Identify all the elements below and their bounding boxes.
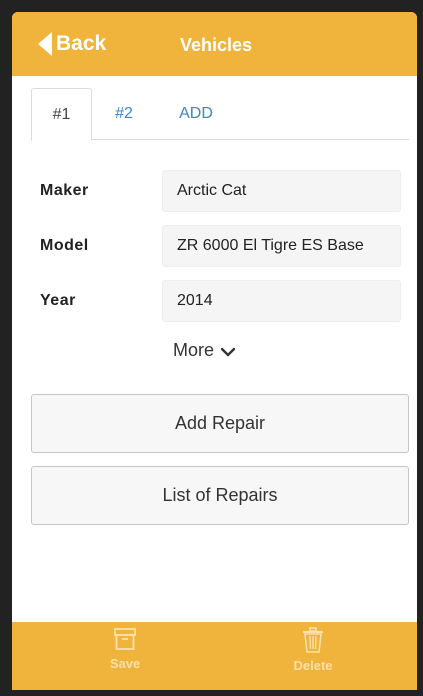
maker-field[interactable]: Arctic Cat: [162, 170, 401, 212]
app-frame: Back Vehicles #1 #2 ADD Maker Arctic Cat…: [12, 12, 417, 690]
save-button[interactable]: Save: [95, 626, 155, 686]
save-label: Save: [109, 656, 141, 671]
archive-box-icon: [114, 628, 136, 650]
year-label: Year: [40, 292, 76, 309]
chevron-down-icon: [220, 347, 236, 356]
list-repairs-button[interactable]: List of Repairs: [31, 466, 409, 525]
year-field[interactable]: 2014: [162, 280, 401, 322]
tab-vehicle-1[interactable]: #1: [31, 88, 92, 141]
vehicle-tabs: #1 #2 ADD: [31, 88, 409, 141]
back-button[interactable]: Back: [38, 32, 106, 56]
footer-bar: Save Delete: [12, 622, 417, 690]
add-repair-button[interactable]: Add Repair: [31, 394, 409, 453]
more-toggle[interactable]: More: [173, 340, 236, 361]
page-title: Vehicles: [180, 35, 253, 55]
delete-button[interactable]: Delete: [283, 626, 343, 686]
back-label: Back: [56, 32, 107, 55]
delete-label: Delete: [293, 658, 333, 673]
header-bar: Back Vehicles: [12, 12, 417, 76]
back-arrow-icon: [38, 32, 52, 56]
model-field[interactable]: ZR 6000 El Tigre ES Base: [162, 225, 401, 267]
tab-vehicle-2[interactable]: #2: [104, 88, 144, 140]
maker-label: Maker: [40, 182, 89, 199]
model-label: Model: [40, 237, 89, 254]
trash-icon: [303, 627, 323, 653]
more-label: More: [173, 340, 215, 360]
tab-add-vehicle[interactable]: ADD: [169, 88, 223, 140]
